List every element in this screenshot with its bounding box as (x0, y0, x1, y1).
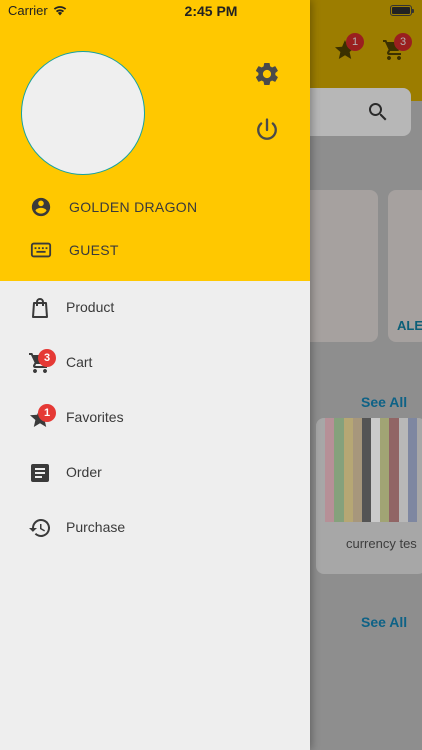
user-name: GOLDEN DRAGON (69, 199, 198, 215)
shopping-bag-icon (32, 298, 48, 318)
favorites-badge: 1 (38, 404, 56, 422)
image-stripe (361, 418, 372, 522)
background-brand-label: ALE (397, 318, 422, 333)
image-stripe (334, 418, 344, 522)
cart-badge: 3 (38, 349, 56, 367)
menu-item-purchase[interactable]: Purchase (0, 502, 310, 554)
cart-badge: 3 (394, 33, 412, 51)
image-stripe (407, 418, 417, 522)
navigation-drawer: GOLDEN DRAGON GUEST Product 3 Cart 1 Fav… (0, 0, 310, 750)
image-stripe (352, 418, 362, 522)
user-role-row: GUEST (30, 238, 119, 262)
image-stripe (316, 418, 326, 522)
menu-item-label: Cart (66, 354, 93, 370)
product-image (316, 418, 422, 522)
menu-item-order[interactable]: Order (0, 447, 310, 499)
menu-item-label: Favorites (66, 409, 124, 425)
see-all-link[interactable]: See All (361, 614, 407, 630)
image-stripe (389, 418, 399, 522)
account-circle-icon (31, 197, 51, 217)
avatar[interactable] (21, 51, 145, 175)
power-icon[interactable] (253, 116, 281, 144)
favorites-badge: 1 (346, 33, 364, 51)
history-icon (29, 518, 51, 537)
product-name: currency tes (346, 536, 417, 551)
image-stripe (343, 418, 353, 522)
menu-item-product[interactable]: Product (0, 282, 310, 334)
image-stripe (398, 418, 408, 522)
drawer-header: GOLDEN DRAGON GUEST (0, 0, 310, 281)
keyboard-icon (30, 242, 52, 258)
menu-item-label: Order (66, 464, 102, 480)
menu-item-label: Purchase (66, 519, 126, 535)
image-stripe (380, 418, 390, 522)
user-name-row: GOLDEN DRAGON (30, 195, 197, 219)
search-icon[interactable] (366, 100, 390, 124)
gear-icon[interactable] (253, 60, 281, 88)
clock: 2:45 PM (184, 3, 238, 19)
menu-item-favorites[interactable]: 1 Favorites (0, 392, 310, 444)
see-all-link[interactable]: See All (361, 394, 407, 410)
image-stripe (325, 418, 335, 522)
battery-icon (390, 5, 414, 16)
user-role: GUEST (69, 242, 119, 258)
image-stripe (416, 418, 422, 522)
screen: 1 3 ALE See All currency tes See All Car… (0, 0, 422, 750)
menu-item-label: Product (66, 299, 115, 315)
receipt-icon (31, 464, 49, 482)
image-stripe (371, 418, 381, 522)
status-bar: Carrier 2:45 PM (0, 0, 422, 22)
menu-item-cart[interactable]: 3 Cart (0, 337, 310, 389)
background-product-card[interactable]: currency tes (316, 418, 422, 574)
